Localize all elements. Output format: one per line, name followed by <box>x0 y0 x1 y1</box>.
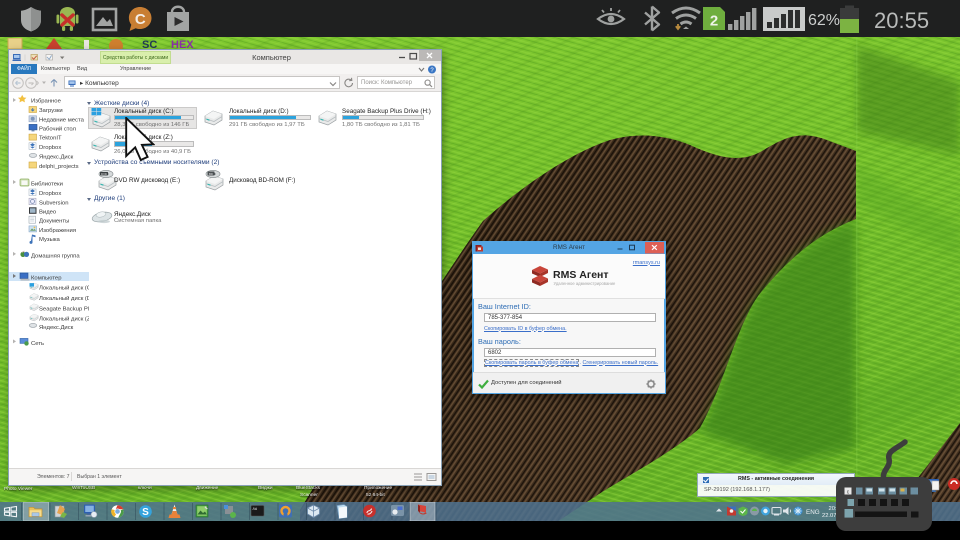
svg-text:Библиотеки: Библиотеки <box>31 182 63 188</box>
svg-text:Dropbox: Dropbox <box>39 191 61 197</box>
svg-text:AW: AW <box>253 508 258 512</box>
svg-text:Загрузки: Загрузки <box>39 108 63 114</box>
svg-text:62%: 62% <box>808 12 840 29</box>
svg-text:Рабочий стол: Рабочий стол <box>39 126 77 133</box>
svg-text:Локальный диск (C: Локальный диск (C <box>39 285 89 292</box>
svg-text:delphi_projects: delphi_projects <box>39 164 79 170</box>
svg-text:Компьютер: Компьютер <box>31 276 62 282</box>
svg-text:Dropbox: Dropbox <box>39 145 61 151</box>
svg-text:Seagate Backup Plu: Seagate Backup Plu <box>39 306 89 312</box>
svg-text:Локальный диск (Z: Локальный диск (Z <box>39 316 89 323</box>
svg-text:ENG: ENG <box>806 509 820 516</box>
svg-text:20:55: 20:55 <box>874 8 929 33</box>
svg-text:Домашняя группа: Домашняя группа <box>31 253 80 259</box>
svg-text:Документы: Документы <box>39 219 69 225</box>
svg-text:Яндекс.Диск: Яндекс.Диск <box>39 325 74 331</box>
svg-text:TektonIT: TektonIT <box>39 136 62 142</box>
svg-text:BD: BD <box>209 172 213 176</box>
svg-text:Локальный диск (D: Локальный диск (D <box>39 295 89 302</box>
svg-text:Subversion: Subversion <box>39 200 68 206</box>
svg-text:Недавние места: Недавние места <box>39 117 85 123</box>
svg-text:Видео: Видео <box>39 210 57 216</box>
svg-text:Избранное: Избранное <box>31 99 62 105</box>
svg-text:Музыка: Музыка <box>39 237 61 243</box>
svg-text:Сеть: Сеть <box>31 341 44 347</box>
svg-text:SC: SC <box>142 39 157 49</box>
svg-text:C: C <box>135 11 146 28</box>
svg-text:DVD: DVD <box>101 172 107 176</box>
svg-text:HEX: HEX <box>171 39 194 49</box>
svg-text:2: 2 <box>710 13 718 30</box>
svg-text:Изображения: Изображения <box>39 228 76 234</box>
svg-text:S: S <box>142 507 149 518</box>
svg-text:Яндекс.Диск: Яндекс.Диск <box>39 155 74 161</box>
